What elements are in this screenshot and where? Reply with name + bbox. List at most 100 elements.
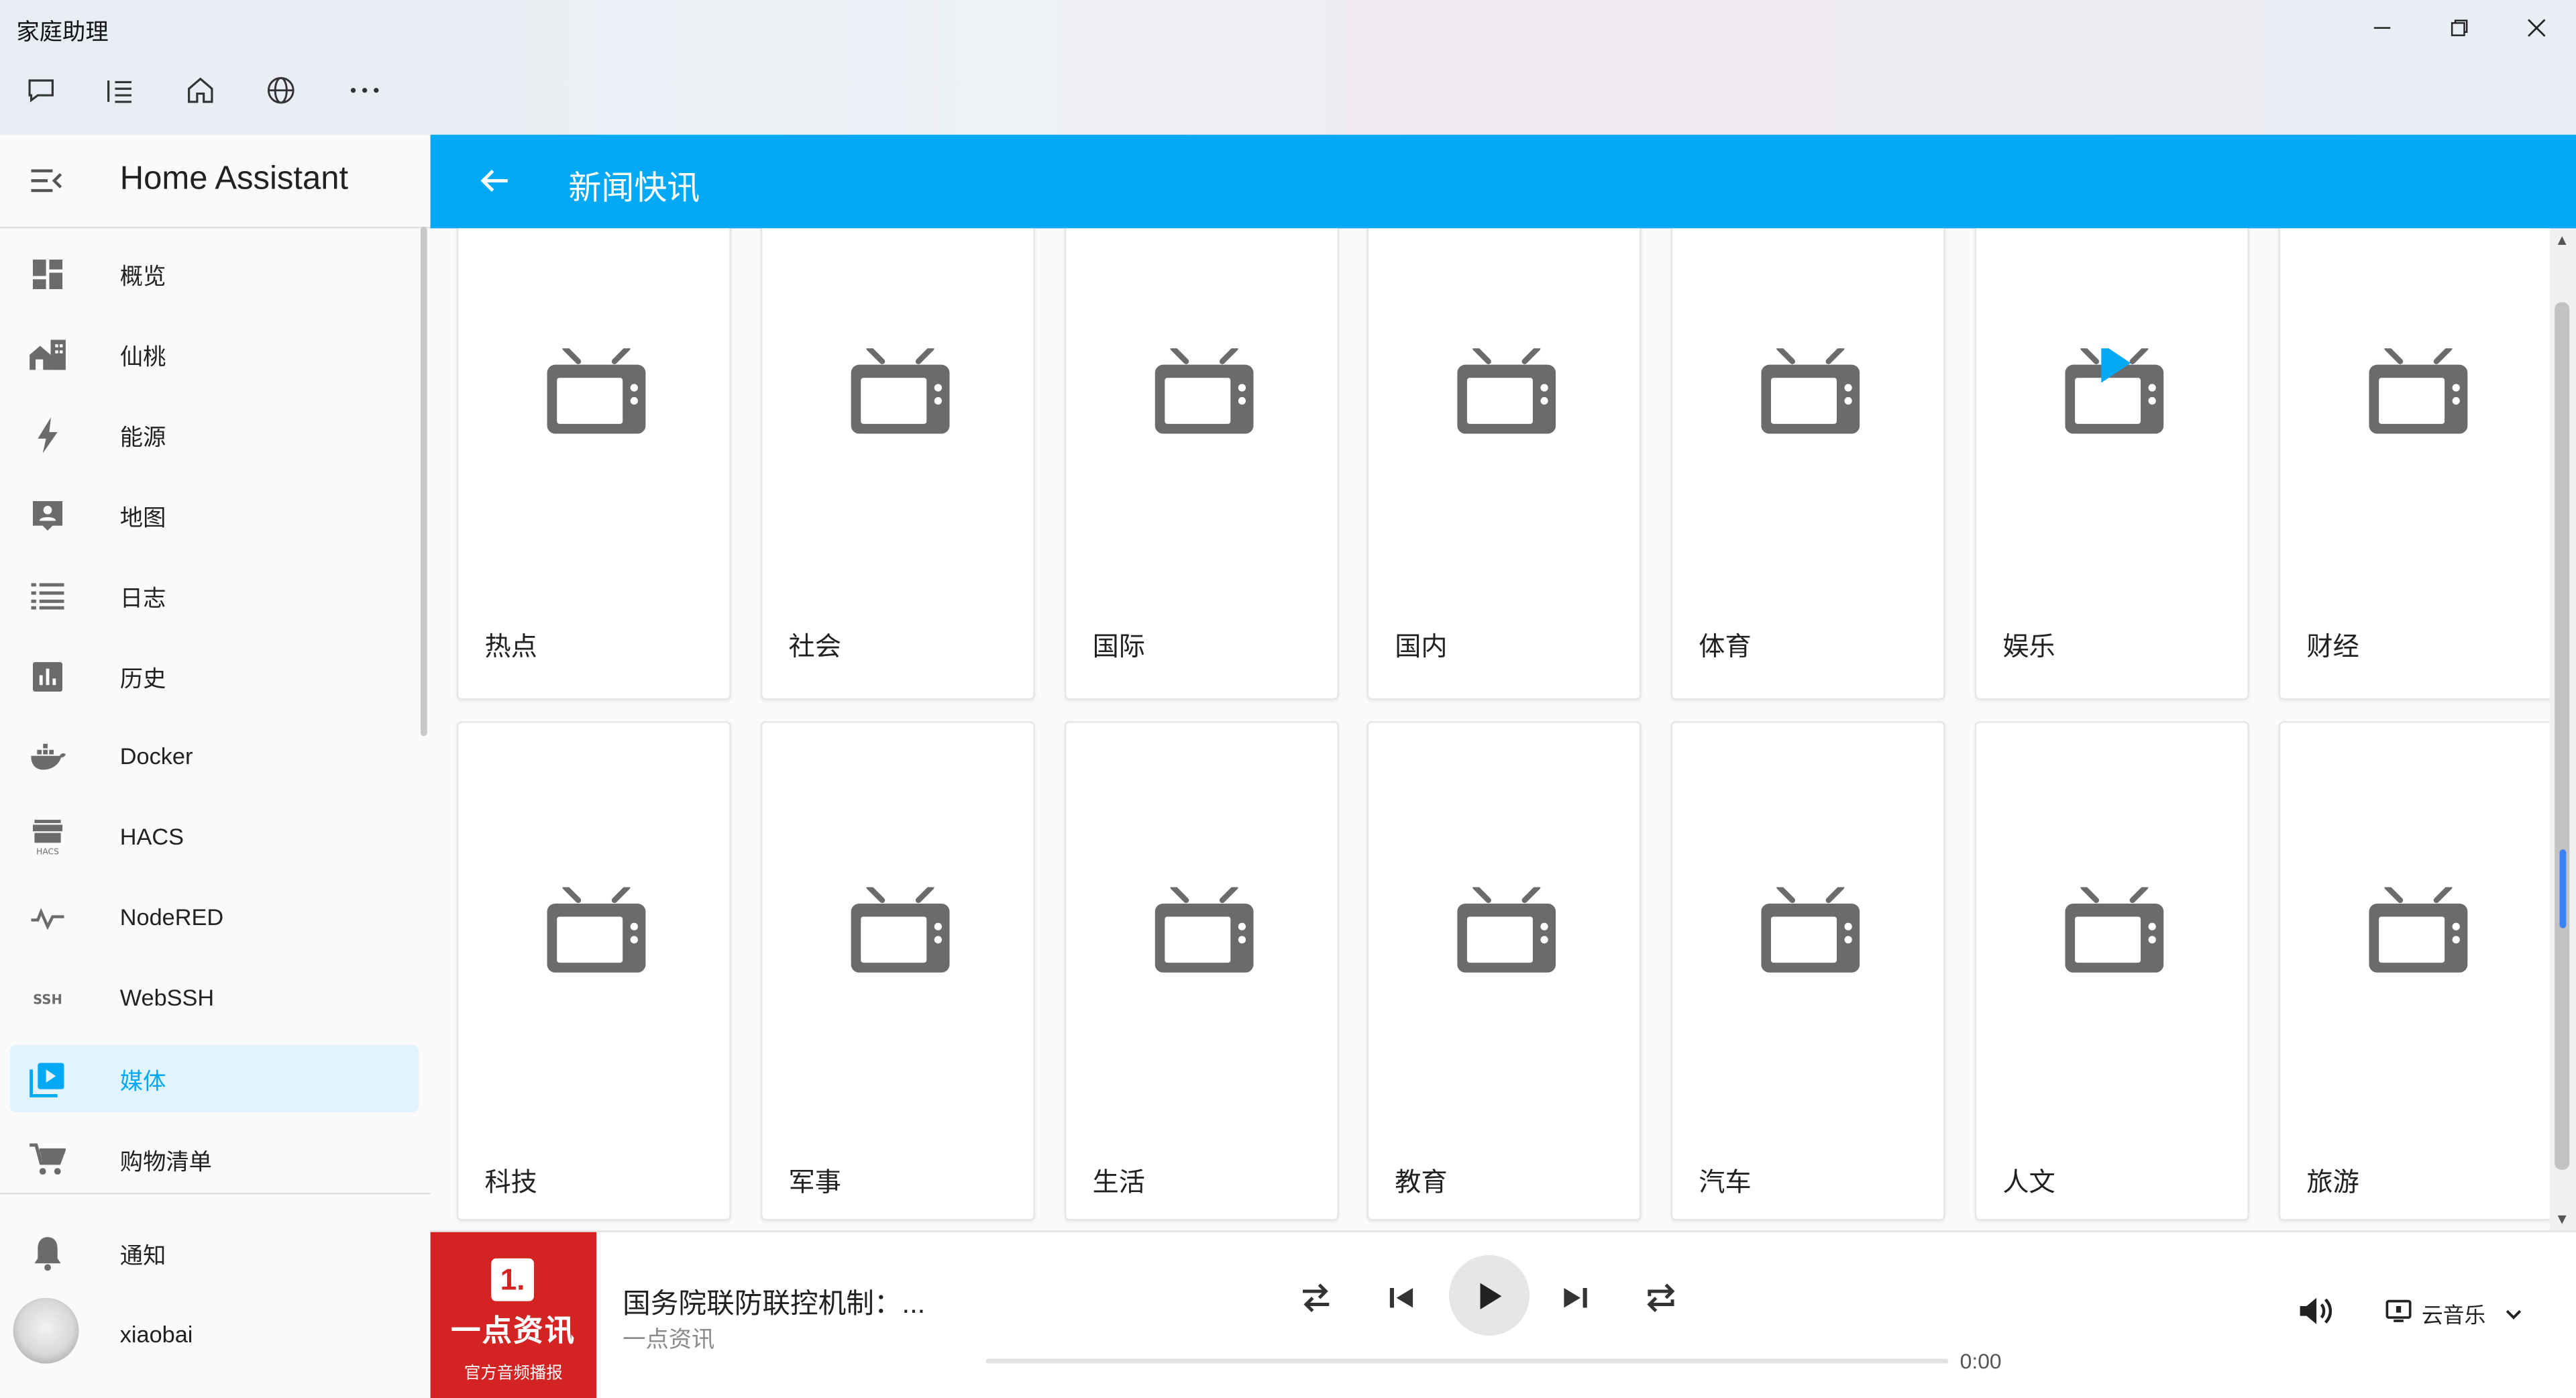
tv-icon bbox=[1457, 345, 1556, 437]
back-arrow-icon[interactable] bbox=[476, 162, 513, 207]
category-card[interactable]: 科技 bbox=[456, 721, 731, 1221]
sidebar-item-energy[interactable]: 能源 bbox=[10, 401, 419, 468]
category-card[interactable]: 热点 bbox=[456, 228, 731, 700]
sidebar-item-map[interactable]: 地图 bbox=[10, 482, 419, 549]
home-icon[interactable] bbox=[179, 69, 222, 112]
scroll-down-icon[interactable]: ▼ bbox=[2555, 1211, 2569, 1227]
media-player-bar: 1. 一点资讯 官方音频播报 国务院联防联控机制：... 一点资讯 0:00 云… bbox=[430, 1230, 2576, 1398]
category-label: 国际 bbox=[1092, 634, 1145, 662]
category-label: 科技 bbox=[484, 1169, 537, 1198]
sidebar-item-label: 购物清单 bbox=[119, 1148, 212, 1175]
sidebar-item-label: NodeRED bbox=[119, 903, 224, 930]
album-cover[interactable]: 1. 一点资讯 官方音频播报 bbox=[430, 1232, 596, 1398]
scroll-up-icon[interactable]: ▲ bbox=[2555, 231, 2569, 248]
category-card[interactable]: 旅游 bbox=[2278, 721, 2550, 1221]
scroll-position-marker bbox=[2559, 849, 2567, 928]
map-person-icon bbox=[30, 498, 66, 534]
category-card[interactable]: 汽车 bbox=[1670, 721, 1945, 1221]
tv-icon bbox=[1761, 345, 1860, 437]
chat-icon[interactable] bbox=[19, 69, 62, 112]
category-card[interactable]: 国际 bbox=[1064, 228, 1339, 700]
next-track-icon[interactable] bbox=[1551, 1273, 1600, 1322]
sidebar-item-hacs[interactable]: HACS HACS bbox=[10, 804, 419, 871]
category-grid: 热点 社会 国际 国内 体育 娱乐 财经科技 军事 生活 教育 汽车 人文 旅游 bbox=[430, 228, 2550, 1231]
sidebar-item-webssh[interactable]: SSH WebSSH bbox=[10, 965, 419, 1032]
tv-icon bbox=[1155, 345, 1254, 437]
globe-icon[interactable] bbox=[260, 69, 303, 112]
tv-icon bbox=[1155, 884, 1254, 975]
sidebar-item-docker[interactable]: Docker bbox=[10, 723, 419, 790]
menu-collapse-icon[interactable] bbox=[30, 164, 62, 205]
sidebar-item-nodered[interactable]: NodeRED bbox=[10, 884, 419, 951]
category-card[interactable]: 娱乐 bbox=[1974, 228, 2249, 700]
category-card[interactable]: 体育 bbox=[1670, 228, 1945, 700]
sidebar-item-notifications[interactable]: 通知 bbox=[10, 1219, 419, 1286]
bell-icon bbox=[30, 1236, 66, 1272]
docker-whale-icon bbox=[30, 739, 66, 775]
category-label: 社会 bbox=[788, 634, 841, 662]
sidebar-item-media[interactable]: 媒体 bbox=[9, 1044, 419, 1112]
cover-title: 一点资讯 bbox=[451, 1314, 576, 1348]
more-icon[interactable] bbox=[343, 69, 386, 112]
progress-bar[interactable] bbox=[985, 1358, 1949, 1364]
sidebar-item-overview[interactable]: 概览 bbox=[10, 240, 419, 307]
sidebar-item-shopping-list[interactable]: 购物清单 bbox=[10, 1126, 419, 1193]
volume-icon[interactable] bbox=[2298, 1295, 2334, 1336]
category-card[interactable]: 军事 bbox=[760, 721, 1035, 1221]
category-label: 娱乐 bbox=[2002, 634, 2055, 662]
sidebar-item-label: WebSSH bbox=[119, 983, 215, 1011]
category-card[interactable]: 教育 bbox=[1366, 721, 1642, 1221]
sidebar-item-label: 概览 bbox=[119, 262, 166, 290]
sidebar-title: Home Assistant bbox=[119, 161, 349, 197]
category-card[interactable]: 国内 bbox=[1366, 228, 1642, 700]
user-name[interactable]: xiaobai bbox=[120, 1321, 193, 1347]
category-label: 人文 bbox=[2002, 1169, 2055, 1198]
sidebar-scrollbar[interactable] bbox=[420, 226, 427, 737]
list-icon[interactable] bbox=[99, 69, 142, 112]
app-title: 家庭助理 bbox=[16, 17, 109, 45]
repeat-icon[interactable] bbox=[1636, 1273, 1685, 1322]
category-label: 汽车 bbox=[1699, 1169, 1752, 1198]
category-card[interactable]: 财经 bbox=[2278, 228, 2550, 700]
sidebar-divider bbox=[0, 1192, 431, 1195]
close-button[interactable] bbox=[2512, 10, 2561, 46]
ssh-icon: SSH bbox=[30, 981, 66, 1017]
sidebar-item-label: 能源 bbox=[119, 423, 166, 451]
home-city-icon bbox=[30, 337, 66, 373]
tv-icon bbox=[547, 345, 646, 437]
tv-icon bbox=[2369, 884, 2468, 975]
category-label: 教育 bbox=[1395, 1169, 1448, 1198]
sidebar-item-label: 地图 bbox=[119, 504, 166, 531]
logbook-list-icon bbox=[30, 578, 66, 614]
dashboard-icon bbox=[30, 256, 66, 292]
category-card[interactable]: 社会 bbox=[760, 228, 1035, 700]
category-label: 国内 bbox=[1395, 634, 1448, 662]
shuffle-icon[interactable] bbox=[1291, 1273, 1340, 1322]
category-label: 热点 bbox=[484, 634, 537, 662]
tv-icon bbox=[851, 345, 950, 437]
sidebar-item-label: HACS bbox=[119, 822, 184, 850]
track-artist: 一点资讯 bbox=[623, 1326, 715, 1352]
sidebar-header: Home Assistant bbox=[0, 134, 431, 229]
output-source-select[interactable]: 云音乐 bbox=[2385, 1298, 2522, 1330]
avatar[interactable] bbox=[13, 1297, 79, 1364]
minimize-button[interactable] bbox=[2357, 10, 2406, 46]
restore-button[interactable] bbox=[2434, 10, 2483, 46]
previous-track-icon[interactable] bbox=[1377, 1273, 1426, 1322]
category-card[interactable]: 人文 bbox=[1974, 721, 2249, 1221]
lightning-icon bbox=[30, 417, 66, 453]
sidebar-item-label: 媒体 bbox=[119, 1067, 166, 1095]
svg-text:SSH: SSH bbox=[33, 991, 62, 1007]
scrollbar-thumb[interactable] bbox=[2555, 302, 2570, 1170]
category-label: 军事 bbox=[788, 1169, 841, 1198]
sidebar-item-logbook[interactable]: 日志 bbox=[10, 562, 419, 629]
category-card[interactable]: 生活 bbox=[1064, 721, 1339, 1221]
sidebar-item-history[interactable]: 历史 bbox=[10, 643, 419, 710]
tv-icon bbox=[851, 884, 950, 975]
tv-icon bbox=[2369, 345, 2468, 437]
play-button[interactable] bbox=[1449, 1255, 1530, 1336]
top-app-bar: 新闻快讯 bbox=[430, 134, 2576, 229]
content-scrollbar[interactable]: ▲ ▼ bbox=[2549, 228, 2576, 1231]
sidebar-item-xiantao[interactable]: 仙桃 bbox=[10, 321, 419, 388]
sidebar-item-label: 日志 bbox=[119, 584, 166, 612]
